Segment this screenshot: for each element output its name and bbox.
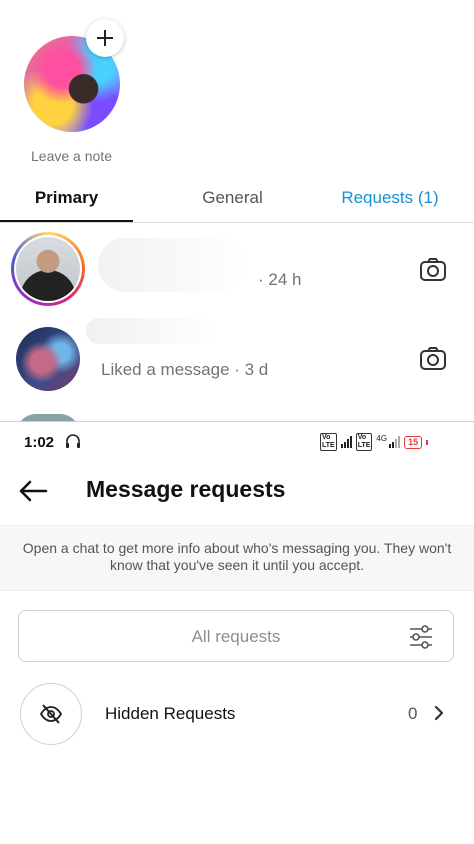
tabs-divider (0, 222, 474, 223)
chevron-right-icon (434, 705, 444, 721)
plus-icon (97, 30, 113, 46)
status-indicators: Vo LTE Vo LTE 4G 15 (320, 433, 429, 451)
filter-label: All requests (191, 627, 281, 646)
back-button[interactable] (14, 474, 52, 508)
eye-off-icon (39, 704, 63, 724)
info-text: Open a chat to get more info about who's… (22, 540, 452, 573)
hidden-requests-count: 0 (408, 704, 418, 723)
page-title: Message requests (86, 476, 286, 502)
signal-icon (389, 436, 401, 448)
conversation-meta: · 24 h (258, 270, 302, 289)
hidden-requests-icon-wrap (20, 683, 82, 745)
headset-icon (66, 434, 80, 448)
tab-requests[interactable]: Requests (1) (320, 176, 460, 220)
battery-indicator: 15 (404, 435, 423, 449)
tab-primary[interactable]: Primary (0, 176, 133, 220)
hidden-requests-label: Hidden Requests (105, 704, 236, 723)
avatar[interactable] (16, 327, 80, 391)
volte-icon: Vo LTE (355, 433, 373, 451)
inbox-tabs: Primary General Requests (1) (0, 176, 474, 222)
camera-icon[interactable] (418, 344, 448, 374)
add-note-button[interactable] (86, 19, 124, 57)
back-arrow-icon (19, 480, 48, 502)
leave-note-label: Leave a note (31, 148, 112, 164)
battery-cap (426, 439, 429, 445)
volte-icon: Vo LTE (320, 433, 337, 451)
signal-icon (340, 436, 352, 448)
camera-icon[interactable] (418, 255, 448, 285)
filter-sliders-icon[interactable] (406, 623, 436, 651)
redacted-name (98, 238, 248, 292)
redacted-name (86, 318, 216, 344)
avatar[interactable] (16, 237, 80, 301)
status-time: 1:02 (24, 434, 55, 451)
tab-general[interactable]: General (166, 176, 299, 220)
network-type: 4G (376, 433, 388, 443)
conversation-meta: Liked a message · 3 d (101, 360, 269, 379)
